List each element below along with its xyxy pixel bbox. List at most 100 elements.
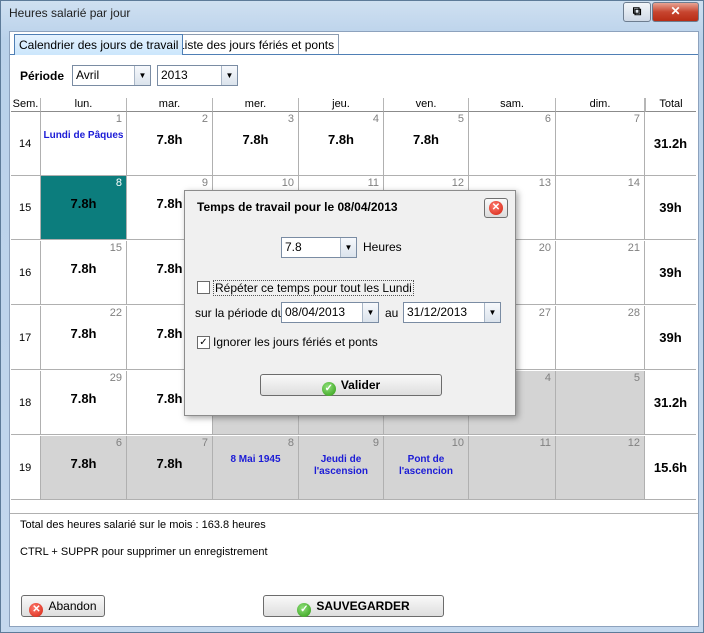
day-number: 6 bbox=[115, 437, 122, 449]
day-number: 4 bbox=[372, 113, 379, 125]
day-hours: 7.8h bbox=[70, 326, 97, 341]
date-to-value: 31/12/2013 bbox=[407, 305, 468, 319]
header-day-6: sam. bbox=[469, 98, 556, 112]
window-title: Heures salarié par jour bbox=[9, 6, 131, 20]
day-cell[interactable]: 7 bbox=[556, 112, 645, 176]
day-number: 3 bbox=[287, 113, 294, 125]
day-number: 10 bbox=[281, 177, 294, 189]
day-cell[interactable]: 5 bbox=[556, 371, 645, 435]
restore-button[interactable]: ⧉ bbox=[623, 2, 651, 22]
chevron-down-icon[interactable]: ▼ bbox=[134, 66, 150, 85]
week-number: 18 bbox=[11, 371, 41, 435]
week-number: 15 bbox=[11, 176, 41, 240]
ignore-holidays-checkbox[interactable]: ✓ bbox=[197, 336, 210, 349]
day-cell[interactable]: 21 bbox=[556, 241, 645, 305]
day-number: 28 bbox=[627, 307, 640, 319]
day-number: 22 bbox=[109, 307, 122, 319]
date-to-select[interactable]: 31/12/2013 ▼ bbox=[403, 302, 501, 323]
day-hours: 7.8h bbox=[327, 132, 354, 147]
day-number: 9 bbox=[201, 177, 208, 189]
abandon-button[interactable]: ✕ Abandon bbox=[21, 595, 105, 617]
day-cell[interactable]: 14 bbox=[556, 176, 645, 240]
close-icon: ✕ bbox=[670, 4, 681, 18]
day-cell[interactable]: 4 7.8h bbox=[299, 112, 384, 176]
tab-jours-feries[interactable]: Liste des jours fériés et ponts bbox=[173, 34, 340, 55]
day-number: 5 bbox=[457, 113, 464, 125]
chevron-down-icon[interactable]: ▼ bbox=[340, 238, 356, 257]
day-hours: 7.8h bbox=[70, 196, 97, 211]
day-cell[interactable]: 6 7.8h bbox=[41, 436, 127, 500]
main-window: Heures salarié par jour ⧉ ✕ Calendrier d… bbox=[0, 0, 704, 633]
cancel-icon: ✕ bbox=[29, 603, 44, 617]
client-area: Calendrier des jours de travail Liste de… bbox=[9, 31, 699, 627]
day-hours: 7.8h bbox=[242, 132, 269, 147]
day-cell[interactable]: 22 7.8h bbox=[41, 306, 127, 370]
dialog-title: Temps de travail pour le 08/04/2013 bbox=[197, 200, 398, 214]
week-total: 39h bbox=[645, 241, 696, 305]
header-day-2: mar. bbox=[127, 98, 213, 112]
chevron-down-icon[interactable]: ▼ bbox=[362, 303, 378, 322]
day-number: 11 bbox=[367, 177, 379, 189]
hours-select[interactable]: 7.8 ▼ bbox=[281, 237, 357, 258]
save-button[interactable]: ✓ SAUVEGARDER bbox=[263, 595, 444, 617]
day-cell[interactable]: 7 7.8h bbox=[127, 436, 213, 500]
week-number: 19 bbox=[11, 436, 41, 500]
valider-button[interactable]: ✓ Valider bbox=[260, 374, 442, 396]
month-select[interactable]: Avril ▼ bbox=[72, 65, 151, 86]
repeat-checkbox[interactable] bbox=[197, 281, 210, 294]
day-number: 21 bbox=[627, 242, 640, 254]
restore-icon: ⧉ bbox=[632, 4, 642, 18]
period-to-label: au bbox=[385, 306, 399, 320]
day-number: 9 bbox=[372, 437, 379, 449]
day-cell[interactable]: 15 7.8h bbox=[41, 241, 127, 305]
day-number: 14 bbox=[627, 177, 640, 189]
header-total: Total bbox=[645, 98, 696, 112]
holiday-label: Jeudi de l'ascension bbox=[313, 454, 369, 477]
month-total-text: Total des heures salarié sur le mois : 1… bbox=[20, 519, 266, 531]
tab-calendrier[interactable]: Calendrier des jours de travail bbox=[14, 34, 184, 55]
day-cell[interactable]: 6 bbox=[469, 112, 556, 176]
day-cell[interactable]: 3 7.8h bbox=[213, 112, 299, 176]
day-hours: 7.8h bbox=[70, 261, 97, 276]
day-cell[interactable]: 2 7.8h bbox=[127, 112, 213, 176]
header-day-1: lun. bbox=[41, 98, 127, 112]
header-day-3: mer. bbox=[213, 98, 299, 112]
chevron-down-icon[interactable]: ▼ bbox=[221, 66, 237, 85]
holiday-label: Lundi de Pâques bbox=[43, 130, 124, 141]
day-cell[interactable]: 29 7.8h bbox=[41, 371, 127, 435]
title-bar: Heures salarié par jour ⧉ ✕ bbox=[1, 1, 703, 27]
day-cell[interactable]: 9 Jeudi de l'ascension bbox=[299, 436, 384, 500]
day-cell[interactable]: 12 bbox=[556, 436, 645, 500]
week-total: 15.6h bbox=[645, 436, 696, 500]
day-cell[interactable]: 8 7.8h bbox=[41, 176, 127, 240]
day-number: 7 bbox=[633, 113, 640, 125]
close-window-button[interactable]: ✕ bbox=[652, 2, 699, 22]
valider-label: Valider bbox=[340, 378, 381, 392]
day-number: 11 bbox=[539, 437, 551, 449]
hint-text: CTRL + SUPPR pour supprimer un enregistr… bbox=[20, 546, 268, 558]
day-hours: 7.8h bbox=[70, 391, 97, 406]
chevron-down-icon[interactable]: ▼ bbox=[484, 303, 500, 322]
dialog-close-button[interactable]: ✕ bbox=[484, 198, 508, 218]
day-cell[interactable]: 11 bbox=[469, 436, 556, 500]
abandon-label: Abandon bbox=[48, 599, 97, 613]
day-number: 4 bbox=[544, 372, 551, 384]
hours-label: Heures bbox=[363, 240, 402, 254]
period-label: Période bbox=[20, 69, 65, 83]
day-hours: 7.8h bbox=[156, 456, 183, 471]
day-cell[interactable]: 1 Lundi de Pâques bbox=[41, 112, 127, 176]
day-number: 20 bbox=[538, 242, 551, 254]
day-cell[interactable]: 5 7.8h bbox=[384, 112, 469, 176]
day-cell[interactable]: 10 Pont de l'ascencion bbox=[384, 436, 469, 500]
header-day-4: jeu. bbox=[299, 98, 384, 112]
week-total: 31.2h bbox=[645, 112, 696, 176]
day-cell[interactable]: 8 8 Mai 1945 bbox=[213, 436, 299, 500]
day-cell[interactable]: 28 bbox=[556, 306, 645, 370]
day-number: 1 bbox=[115, 113, 122, 125]
year-select[interactable]: 2013 ▼ bbox=[157, 65, 238, 86]
day-number: 29 bbox=[109, 372, 122, 384]
day-hours: 7.8h bbox=[156, 132, 183, 147]
holiday-label: Pont de l'ascencion bbox=[398, 454, 454, 477]
day-hours: 7.8h bbox=[70, 456, 97, 471]
date-from-select[interactable]: 08/04/2013 ▼ bbox=[281, 302, 379, 323]
